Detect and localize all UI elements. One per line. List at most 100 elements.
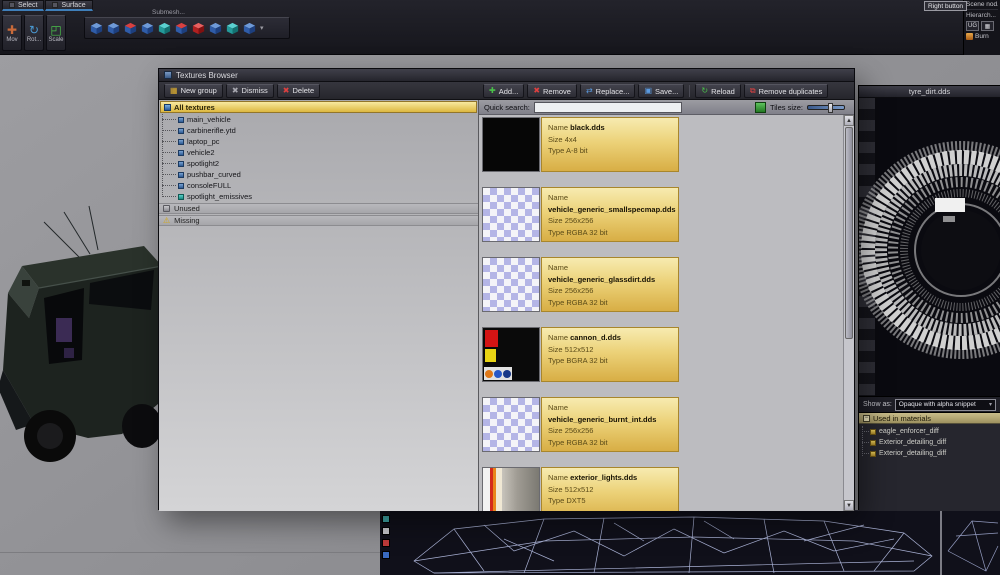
tree-item-spotlight2[interactable]: spotlight2 <box>169 158 478 169</box>
submesh-cube-icon[interactable] <box>207 20 223 36</box>
remove-texture-button[interactable]: ✖ Remove <box>527 84 577 98</box>
tree-root-all-textures[interactable]: All textures <box>160 101 477 113</box>
rotate-tool-button[interactable]: ↻ Rot... <box>24 15 44 51</box>
texture-viewer-titlebar[interactable]: tyre_dirt.dds <box>859 86 1000 98</box>
mini-tool-icon[interactable] <box>382 527 390 535</box>
texture-thumbnail[interactable] <box>482 117 540 172</box>
group-icon <box>178 139 184 145</box>
missing-section[interactable]: ⚠ Missing <box>159 215 478 226</box>
tree-item-spotlight-emissives[interactable]: spotlight_emissives <box>169 191 478 202</box>
submesh-cube-icon[interactable] <box>122 20 138 36</box>
texture-type: BGRA 32 bit <box>566 356 607 365</box>
textures-browser-titlebar[interactable]: Textures Browser <box>159 69 854 82</box>
tree-item-pushbar-curved[interactable]: pushbar_curved <box>169 169 478 180</box>
dismiss-button[interactable]: ✖ Dismiss <box>226 84 274 98</box>
unused-section[interactable]: Unused <box>159 203 478 214</box>
material-item[interactable]: eagle_enforcer_diff <box>866 426 1000 437</box>
scroll-up-arrow[interactable]: ▲ <box>844 115 854 126</box>
submesh-cube-icon[interactable] <box>173 20 189 36</box>
move-tool-button[interactable]: ✚ Mov <box>2 15 22 51</box>
submesh-cube-icon[interactable] <box>190 20 206 36</box>
texture-groups-tree: All textures main_vehicle carbinerifle.y… <box>159 100 479 511</box>
tyre-texture-preview <box>859 98 1000 396</box>
used-in-materials-header[interactable]: − Used in materials <box>859 412 1000 424</box>
tree-item-laptop-pc[interactable]: laptop_pc <box>169 136 478 147</box>
delete-button[interactable]: ✖ Delete <box>277 84 320 98</box>
remove-duplicates-icon: ⧉ <box>750 87 756 95</box>
submesh-cube-icon[interactable] <box>139 20 155 36</box>
mini-tool-icon[interactable] <box>382 539 390 547</box>
scrollbar-thumb[interactable] <box>845 127 853 339</box>
scale-tool-button[interactable]: ◰ Scale <box>46 15 66 51</box>
search-bar: Quick search: Tiles size: <box>479 100 854 115</box>
wireframe-mini-toolbar <box>382 515 390 559</box>
remove-icon: ✖ <box>533 87 540 95</box>
tree-item-consolefull[interactable]: consoleFULL <box>169 180 478 191</box>
group-icon <box>178 117 184 123</box>
texture-list-item[interactable]: Name vehicle_generic_burnt_int.dds Size … <box>482 397 840 452</box>
tree-item-main-vehicle[interactable]: main_vehicle <box>169 114 478 125</box>
burn-label[interactable]: Burn <box>975 33 989 40</box>
texture-type: DXT5 <box>566 496 585 505</box>
viewport-horizon-line <box>0 552 380 553</box>
unused-icon <box>163 205 170 212</box>
tree-item-vehicle2[interactable]: vehicle2 <box>169 147 478 158</box>
tree-item-carbinerifle[interactable]: carbinerifle.ytd <box>169 125 478 136</box>
material-item[interactable]: Exterior_detailing_diff <box>866 437 1000 448</box>
texture-name: cannon_d.dds <box>570 333 621 342</box>
slider-thumb[interactable] <box>828 103 833 113</box>
filter-icon[interactable] <box>755 102 766 113</box>
rotate-icon: ↻ <box>29 24 39 36</box>
new-group-button[interactable]: ▦ New group <box>164 84 223 98</box>
texture-name: vehicle_generic_smallspecmap.dds <box>548 205 676 214</box>
chevron-down-icon[interactable]: ▾ <box>258 24 266 32</box>
texture-thumbnail[interactable] <box>482 327 540 382</box>
wireframe-viewport[interactable] <box>380 510 1000 575</box>
submesh-cube-icon[interactable] <box>241 20 257 36</box>
textures-browser-window: Textures Browser ▦ New group ✖ Dismiss ✖… <box>158 68 855 510</box>
save-texture-button[interactable]: ▣ Save... <box>638 84 684 98</box>
tiles-size-slider[interactable] <box>807 105 845 110</box>
material-item[interactable]: Exterior_detailing_diff <box>866 448 1000 459</box>
texture-list-scrollbar[interactable]: ▲ ▼ <box>843 115 854 511</box>
texture-list-item[interactable]: Name black.dds Size 4x4 Type A-8 bit <box>482 117 840 172</box>
texture-list-item[interactable]: Name vehicle_generic_smallspecmap.dds Si… <box>482 187 840 242</box>
texture-list-panel: Quick search: Tiles size: Name black.dds… <box>479 100 854 511</box>
submesh-cube-icon[interactable] <box>224 20 240 36</box>
mini-tool-icon[interactable] <box>382 551 390 559</box>
window-icon <box>164 71 172 79</box>
texture-preview-canvas[interactable] <box>859 98 1000 396</box>
mini-tool-icon[interactable] <box>382 515 390 523</box>
quick-search-input[interactable] <box>534 102 682 113</box>
texture-info: Name black.dds Size 4x4 Type A-8 bit <box>541 117 679 172</box>
texture-thumbnail[interactable] <box>482 257 540 312</box>
vehicle-3d-model[interactable] <box>0 188 174 500</box>
transform-tools: ✚ Mov ↻ Rot... ◰ Scale <box>2 15 66 51</box>
texture-list-item[interactable]: Name cannon_d.dds Size 512x512 Type BGRA… <box>482 327 840 382</box>
ug-button[interactable]: UG <box>966 21 979 31</box>
submesh-cube-icon[interactable] <box>88 20 104 36</box>
grid-icon[interactable]: ▦ <box>981 21 994 31</box>
texture-list-item[interactable]: Name exterior_lights.dds Size 512x512 Ty… <box>482 467 840 511</box>
group-icon <box>178 194 184 200</box>
remove-duplicates-button[interactable]: ⧉ Remove duplicates <box>744 84 829 98</box>
materials-list: eagle_enforcer_diff Exterior_detailing_d… <box>859 424 1000 511</box>
replace-texture-button[interactable]: ⇄ Replace... <box>580 84 635 98</box>
texture-list-item[interactable]: Name vehicle_generic_glassdirt.dds Size … <box>482 257 840 312</box>
texture-size: 4x4 <box>565 135 577 144</box>
texture-size: 256x256 <box>565 216 594 225</box>
vehicle-wireframe <box>394 511 1000 575</box>
tab-select[interactable]: Select <box>2 0 44 11</box>
collapse-icon[interactable]: − <box>863 415 870 422</box>
submesh-cube-icon[interactable] <box>105 20 121 36</box>
show-as-dropdown[interactable]: Opaque with alpha snippet ▾ <box>895 399 996 411</box>
texture-thumbnail[interactable] <box>482 187 540 242</box>
texture-type: A-8 bit <box>566 146 588 155</box>
add-texture-button[interactable]: ✚ Add... <box>483 84 524 98</box>
reload-button[interactable]: ↻ Reload <box>695 84 740 98</box>
texture-thumbnail[interactable] <box>482 467 540 511</box>
submesh-cube-icon[interactable] <box>156 20 172 36</box>
scale-tool-label: Scale <box>48 37 63 43</box>
texture-thumbnail[interactable] <box>482 397 540 452</box>
scroll-down-arrow[interactable]: ▼ <box>844 500 854 511</box>
